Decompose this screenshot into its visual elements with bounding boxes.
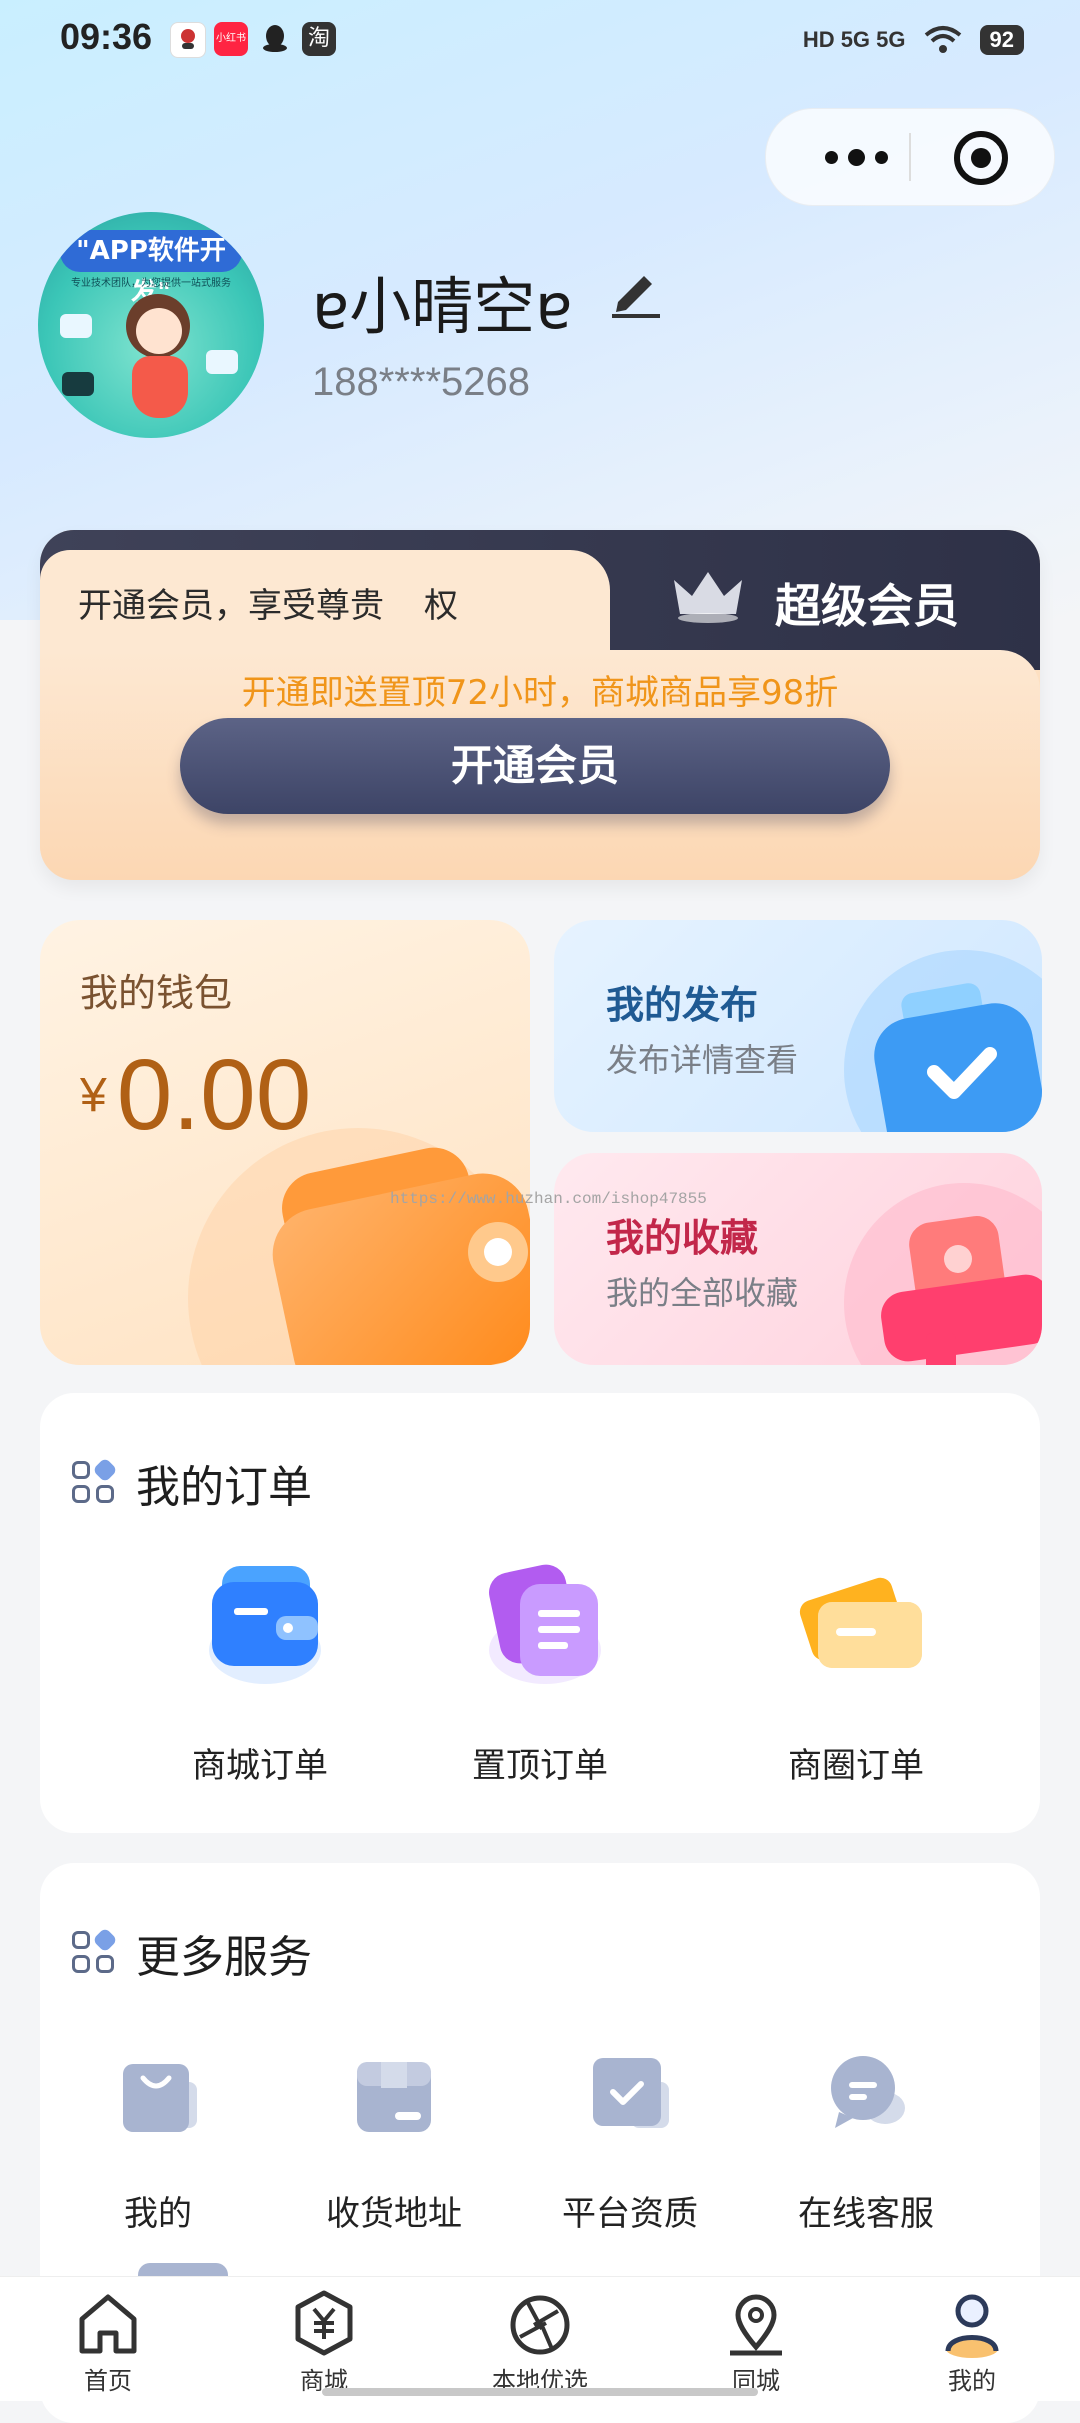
avatar-banner-sub: 专业技术团队，为您提供一站式服务 — [71, 278, 231, 289]
order-label: 置顶订单 — [472, 1746, 608, 1786]
status-time: 09:36 — [60, 16, 153, 57]
favorites-subtitle: 我的全部收藏 — [606, 1274, 799, 1312]
tab-home[interactable]: 首页 — [0, 2277, 216, 2401]
bag-icon — [123, 2064, 197, 2132]
wallet-order-icon — [209, 1566, 321, 1684]
favorites-title: 我的收藏 — [606, 1216, 759, 1260]
wallet-title: 我的钱包 — [80, 971, 233, 1015]
avatar-chip — [60, 314, 92, 338]
home-indicator — [322, 2388, 758, 2396]
my-favorites-card[interactable]: 我的收藏 我的全部收藏 — [554, 1153, 1042, 1365]
avatar-chip — [206, 350, 238, 374]
location-pin-icon — [730, 2294, 782, 2356]
bottom-tab-bar: 首页 商城 本地优选 同城 我的 — [0, 2276, 1080, 2401]
vip-promo-text: 开通即送置顶72小时，商城商品享98折 — [241, 673, 839, 713]
chat-icon — [831, 2056, 905, 2128]
miniprogram-capsule — [765, 108, 1055, 206]
status-bar: 09:36 小红书 淘 HD 5G 5G 92 — [0, 0, 1080, 80]
service-my[interactable]: 我的 — [40, 2048, 276, 2248]
tab-mall[interactable]: 商城 — [216, 2277, 432, 2401]
publish-subtitle: 发布详情查看 — [606, 1041, 799, 1079]
services-header: 更多服务 — [70, 1927, 312, 1983]
my-publish-card[interactable]: 我的发布 发布详情查看 — [554, 920, 1042, 1132]
service-label: 我的 — [124, 2194, 192, 2234]
service-customer-support[interactable]: 在线客服 — [748, 2048, 984, 2248]
avatar-figure-face — [136, 308, 182, 354]
nickname: ɐ小晴空ɐ — [312, 270, 573, 343]
wallet-amount: 0.00 — [116, 1039, 312, 1151]
business-orders-button[interactable]: 商圈订单 — [716, 1548, 996, 1786]
tab-label: 首页 — [84, 2367, 132, 2395]
service-address[interactable]: 收货地址 — [276, 2048, 512, 2248]
service-qualification[interactable]: 平台资质 — [512, 2048, 748, 2248]
checklist-icon — [874, 983, 1042, 1132]
order-label: 商城订单 — [192, 1746, 328, 1786]
tab-label: 我的 — [948, 2367, 996, 2395]
open-membership-button[interactable]: 开通会员 — [180, 718, 890, 814]
service-label: 收货地址 — [326, 2194, 462, 2234]
avatar-banner-text: "APP软件开发" — [60, 230, 242, 308]
edit-pencil-icon[interactable] — [606, 262, 664, 320]
grid-category-icon — [70, 1927, 118, 1977]
orders-title: 我的订单 — [136, 1462, 312, 1513]
more-menu-button[interactable] — [806, 109, 906, 205]
watermark-text: https://www.huzhan.com/ishop47855 — [390, 1190, 707, 1208]
avatar-figure-body — [132, 356, 188, 418]
order-label: 商圈订单 — [788, 1746, 924, 1786]
currency-symbol: ¥ — [80, 1069, 107, 1122]
services-title: 更多服务 — [136, 1932, 312, 1983]
user-icon — [945, 2294, 999, 2358]
wallet-icon — [272, 1147, 530, 1365]
avatar-chip — [62, 372, 94, 396]
avatar[interactable]: "APP软件开发" 专业技术团队，为您提供一站式服务 — [38, 212, 264, 438]
document-order-icon — [489, 1564, 601, 1684]
xiaohongshu-icon: 小红书 — [214, 22, 248, 56]
wallet-card[interactable]: 我的钱包 ¥0.00 — [40, 920, 530, 1365]
wifi-icon — [924, 26, 961, 53]
crown-icon — [674, 572, 742, 623]
favorite-bookmark-icon — [881, 1216, 1042, 1365]
grid-category-icon — [70, 1457, 118, 1507]
tab-local-picks[interactable]: 本地优选 — [432, 2277, 648, 2401]
top-orders-button[interactable]: 置顶订单 — [400, 1548, 680, 1786]
card-order-icon — [799, 1577, 922, 1668]
taobao-icon: 淘 — [302, 22, 336, 56]
orders-header: 我的订单 — [70, 1457, 312, 1513]
battery-indicator: 92 — [979, 25, 1024, 55]
home-icon — [79, 2294, 137, 2354]
orders-panel: 我的订单 商城订单 置顶订单 商圈订单 — [40, 1393, 1040, 1833]
vip-card[interactable]: 开通会员，享受尊贵权 超级会员 开通即送置顶72小时，商城商品享98折 开通会员 — [40, 530, 1040, 880]
vip-slogan: 开通会员，享受尊贵权 — [78, 586, 458, 626]
tab-mine[interactable]: 我的 — [864, 2277, 1080, 2401]
box-icon — [357, 2062, 431, 2132]
close-miniprogram-button[interactable] — [954, 131, 1008, 185]
service-label: 在线客服 — [798, 2194, 934, 2234]
status-indicators: HD 5G 5G 92 — [803, 20, 1024, 60]
publish-title: 我的发布 — [606, 983, 759, 1027]
aperture-icon — [510, 2295, 570, 2355]
vip-title: 超级会员 — [775, 579, 959, 633]
tab-same-city[interactable]: 同城 — [648, 2277, 864, 2401]
shop-yen-icon — [295, 2290, 353, 2356]
camera-app-icon — [170, 22, 206, 58]
mall-orders-button[interactable]: 商城订单 — [120, 1548, 400, 1786]
wallet-balance: ¥0.00 — [80, 1038, 311, 1153]
service-label: 平台资质 — [562, 2194, 698, 2234]
certificate-icon — [593, 2058, 669, 2128]
capsule-divider — [909, 133, 911, 181]
network-indicator: HD 5G 5G — [802, 27, 906, 52]
phone-number: 188****5268 — [312, 360, 530, 404]
qq-icon — [258, 22, 292, 56]
